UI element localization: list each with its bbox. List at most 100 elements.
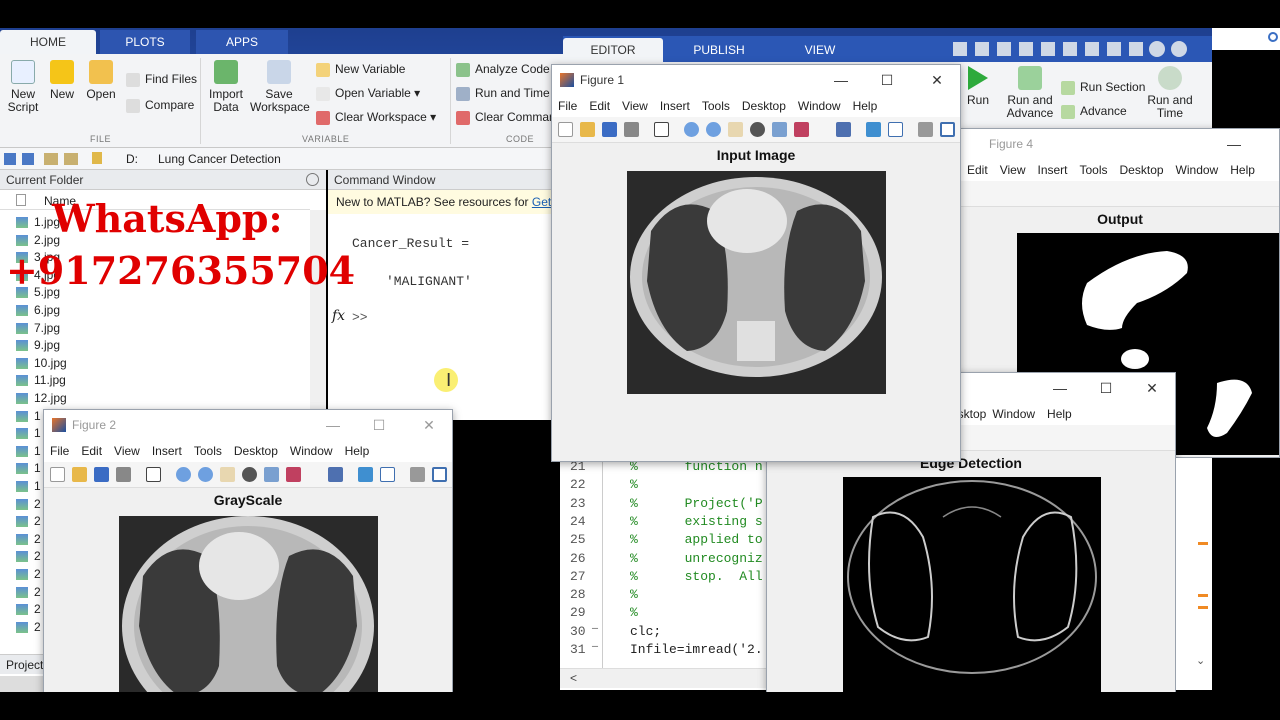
back-icon[interactable] — [4, 153, 16, 165]
browse-icon[interactable] — [64, 153, 78, 165]
code-text[interactable]: % unrecogniz — [630, 551, 763, 566]
new-figure-icon[interactable] — [50, 467, 65, 482]
editor-pane[interactable]: 21% function n 22% 23% Project('P 24% exist… — [560, 456, 770, 690]
list-item[interactable]: 7.jpg — [0, 320, 300, 337]
colorbar-icon[interactable] — [358, 467, 373, 482]
menu-help[interactable]: Help — [1047, 407, 1072, 421]
save-icon[interactable] — [94, 467, 109, 482]
data-cursor-icon[interactable] — [772, 122, 787, 137]
advance-button[interactable]: Advance — [1061, 102, 1127, 120]
search-icon[interactable] — [1268, 32, 1278, 42]
tab-apps[interactable]: APPS — [196, 30, 288, 54]
analyze-code-button[interactable]: Analyze Code — [456, 60, 550, 78]
help-icon[interactable] — [1149, 41, 1165, 57]
editor-right-scrollbar[interactable]: ⌄ — [1176, 458, 1212, 690]
zoom-in-icon[interactable] — [684, 122, 699, 137]
zoom-in-icon[interactable] — [176, 467, 191, 482]
paste-icon[interactable] — [1041, 42, 1055, 56]
colorbar-icon[interactable] — [866, 122, 881, 137]
figure-2-titlebar[interactable]: Figure 2 — ☐ ✕ — [44, 410, 452, 440]
open-file-icon[interactable] — [72, 467, 87, 482]
menu-window[interactable]: Window — [290, 444, 333, 458]
pointer-icon[interactable] — [146, 467, 161, 482]
open-file-icon[interactable] — [580, 122, 595, 137]
quick-access-icon[interactable] — [953, 42, 967, 56]
close-icon[interactable]: ✕ — [914, 65, 960, 95]
list-item[interactable]: 6.jpg — [0, 302, 300, 319]
menu-file[interactable]: File — [50, 444, 69, 458]
maximize-icon[interactable]: ☐ — [1083, 373, 1129, 403]
menu-insert[interactable]: Insert — [152, 444, 182, 458]
hide-plot-tools-icon[interactable] — [918, 122, 933, 137]
breakpoint-dash[interactable]: — — [592, 624, 598, 635]
redo-icon[interactable] — [1085, 42, 1099, 56]
brush-icon[interactable] — [794, 122, 809, 137]
code-text[interactable]: Infile=imread('2. — [630, 642, 763, 657]
code-text[interactable]: % Project('P — [630, 496, 763, 511]
figure-4-titlebar[interactable]: Figure 4 — — [961, 129, 1279, 159]
run-section-button[interactable]: Run Section — [1061, 78, 1145, 96]
menu-help[interactable]: Help — [345, 444, 370, 458]
tab-plots[interactable]: PLOTS — [100, 30, 190, 54]
link-plot-icon[interactable] — [328, 467, 343, 482]
print-icon[interactable] — [116, 467, 131, 482]
open-button[interactable]: Open — [86, 60, 116, 101]
tab-editor[interactable]: EDITOR — [563, 38, 663, 62]
code-text[interactable]: % applied to — [630, 532, 763, 547]
tab-home[interactable]: HOME — [0, 30, 96, 54]
clear-commands-button[interactable]: Clear Comman — [456, 108, 556, 126]
run-and-time-button[interactable]: Run and Time — [456, 84, 550, 102]
figure-1-titlebar[interactable]: Figure 1 — ☐ ✕ — [552, 65, 960, 95]
menu-insert[interactable]: Insert — [1037, 163, 1067, 177]
save-icon[interactable] — [975, 42, 989, 56]
menu-edit[interactable]: Edit — [589, 99, 610, 113]
code-text[interactable]: % — [630, 587, 638, 602]
cut-icon[interactable] — [997, 42, 1011, 56]
save-workspace-button[interactable]: Save Workspace — [250, 60, 310, 114]
open-variable-button[interactable]: Open Variable ▾ — [316, 84, 420, 102]
save-icon[interactable] — [602, 122, 617, 137]
horizontal-scrollbar[interactable]: < — [560, 668, 770, 688]
list-item[interactable]: 9.jpg — [0, 337, 300, 354]
minimize-icon[interactable]: — — [1211, 129, 1257, 159]
menu-view[interactable]: View — [1000, 163, 1026, 177]
minimize-icon[interactable]: — — [818, 65, 864, 95]
drive-label[interactable]: D: — [126, 152, 138, 166]
legend-icon[interactable] — [380, 467, 395, 482]
minimize-icon[interactable]: — — [1037, 373, 1083, 403]
find-files-button[interactable]: Find Files — [126, 70, 197, 88]
import-data-button[interactable]: Import Data — [208, 60, 244, 114]
menu-edit[interactable]: Edit — [81, 444, 102, 458]
up-folder-icon[interactable] — [44, 153, 58, 165]
search-box[interactable] — [1212, 28, 1280, 50]
fx-icon[interactable]: fx — [332, 308, 345, 324]
menu-desktop[interactable]: Desktop — [234, 444, 278, 458]
zoom-out-icon[interactable] — [198, 467, 213, 482]
panel-menu-icon[interactable] — [306, 173, 319, 186]
menu-view[interactable]: View — [622, 99, 648, 113]
code-text[interactable]: % — [630, 477, 638, 492]
menu-desktop[interactable]: Desktop — [1120, 163, 1164, 177]
rotate-icon[interactable] — [242, 467, 257, 482]
tab-publish[interactable]: PUBLISH — [669, 38, 769, 62]
compare-button[interactable]: Compare — [126, 96, 194, 114]
legend-icon[interactable] — [888, 122, 903, 137]
menu-window[interactable]: Window — [1176, 163, 1219, 177]
new-figure-icon[interactable] — [558, 122, 573, 137]
copy-icon[interactable] — [1019, 42, 1033, 56]
clear-workspace-button[interactable]: Clear Workspace ▾ — [316, 108, 436, 126]
menu-tools[interactable]: Tools — [702, 99, 730, 113]
run-button[interactable]: Run — [963, 66, 993, 107]
menu-window[interactable]: Window — [992, 407, 1035, 421]
print-icon[interactable] — [624, 122, 639, 137]
minimize-icon[interactable]: — — [310, 410, 356, 440]
figure-1-window[interactable]: Figure 1 — ☐ ✕ File Edit View Insert Tools De… — [551, 64, 961, 462]
project-tab[interactable]: Project — [0, 654, 48, 674]
menu-tools[interactable]: Tools — [194, 444, 222, 458]
close-icon[interactable]: ✕ — [1129, 373, 1175, 403]
pan-icon[interactable] — [728, 122, 743, 137]
show-plot-tools-icon[interactable] — [940, 122, 955, 137]
menu-help[interactable]: Help — [853, 99, 878, 113]
link-plot-icon[interactable] — [836, 122, 851, 137]
pointer-icon[interactable] — [654, 122, 669, 137]
